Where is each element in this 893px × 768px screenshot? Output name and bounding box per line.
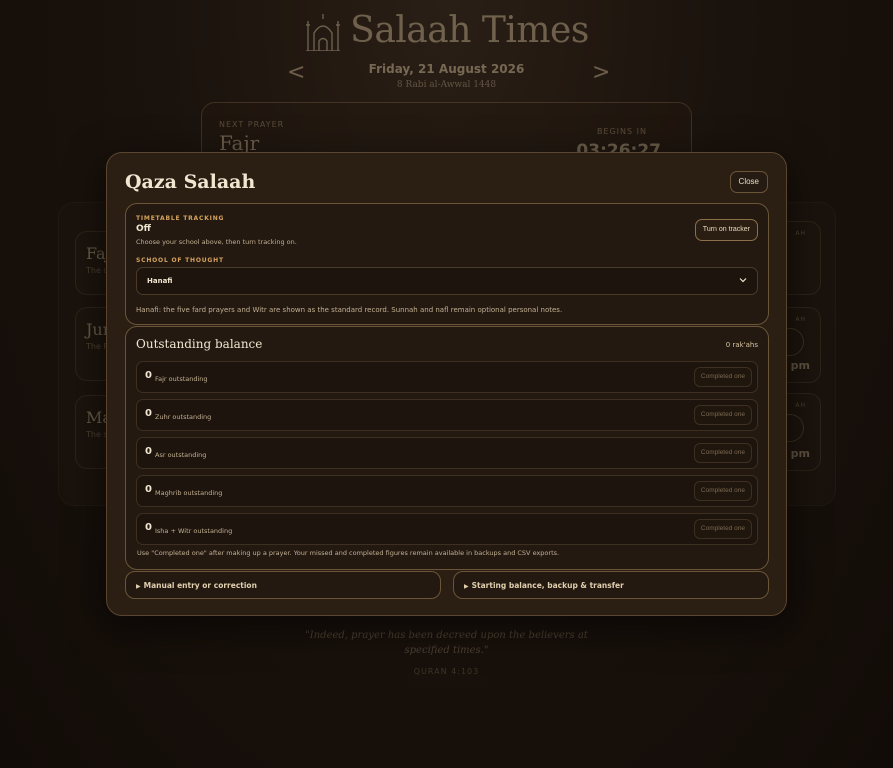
- school-note: Hanafi: the five fard prayers and Witr a…: [136, 306, 563, 314]
- manual-entry-label: ▶ Manual entry or correction: [136, 581, 257, 590]
- completed-one-button[interactable]: Completed one: [693, 519, 752, 539]
- starting-balance-toggle[interactable]: ▶ Starting balance, backup & transfer: [453, 571, 769, 599]
- tracking-help: Choose your school above, then turn trac…: [136, 238, 297, 246]
- prayer-card-label: AH: [795, 402, 806, 409]
- balance-row: 0 Isha + Witr outstanding Completed one: [136, 513, 758, 545]
- outstanding-label: Maghrib outstanding: [155, 489, 223, 497]
- outstanding-count: 0: [145, 522, 152, 533]
- app-header: Salaah Times: [0, 10, 893, 51]
- app-title: Salaah Times: [350, 10, 589, 51]
- tracking-label: TIMETABLE TRACKING: [136, 215, 225, 222]
- balance-total: 0 rak'ahs: [725, 341, 758, 349]
- completed-one-button[interactable]: Completed one: [693, 405, 752, 425]
- modal-title: Qaza Salaah: [125, 171, 256, 193]
- quran-quote: "Indeed, prayer has been decreed upon th…: [305, 630, 588, 656]
- balance-row: 0 Asr outstanding Completed one: [136, 437, 758, 469]
- tracking-section: TIMETABLE TRACKING Off Choose your schoo…: [125, 203, 769, 325]
- hijri-date: 8 Rabi al-Awwal 1448: [396, 80, 497, 90]
- mosque-icon: [306, 13, 341, 51]
- outstanding-label: Asr outstanding: [155, 451, 207, 459]
- turn-on-tracker-button[interactable]: Turn on tracker: [694, 219, 758, 241]
- outstanding-label: Fajr outstanding: [155, 375, 208, 383]
- balance-section: Outstanding balance 0 rak'ahs 0 Fajr out…: [125, 326, 769, 570]
- quote-reference: QURAN 4:103: [413, 667, 480, 676]
- school-select[interactable]: Hanafi: [136, 267, 758, 295]
- prayer-card-desc: The F: [86, 342, 109, 351]
- outstanding-count: 0: [145, 446, 152, 457]
- school-selected-value: Hanafi: [147, 277, 173, 285]
- next-prayer-label: NEXT PRAYER: [219, 120, 285, 129]
- completed-one-button[interactable]: Completed one: [693, 481, 752, 501]
- close-button[interactable]: Close: [729, 171, 768, 193]
- balance-title: Outstanding balance: [136, 337, 263, 351]
- completed-one-button[interactable]: Completed one: [693, 367, 752, 387]
- chevron-down-icon: [739, 278, 747, 283]
- balance-row: 0 Fajr outstanding Completed one: [136, 361, 758, 393]
- prayer-card-label: AH: [795, 230, 806, 237]
- manual-entry-text: Manual entry or correction: [143, 581, 257, 590]
- tracking-status: Off: [136, 224, 151, 234]
- triangle-right-icon: ▶: [136, 583, 141, 590]
- outstanding-count: 0: [145, 484, 152, 495]
- completed-one-button[interactable]: Completed one: [693, 443, 752, 463]
- balance-row: 0 Zuhr outstanding Completed one: [136, 399, 758, 431]
- date-display: Friday, 21 August 2026 8 Rabi al-Awwal 1…: [0, 62, 893, 90]
- gregorian-date: Friday, 21 August 2026: [368, 62, 525, 76]
- starting-balance-label: ▶ Starting balance, backup & transfer: [464, 581, 624, 590]
- outstanding-count: 0: [145, 370, 152, 381]
- school-label: SCHOOL OF THOUGHT: [136, 257, 224, 264]
- outstanding-label: Zuhr outstanding: [155, 413, 212, 421]
- qaza-salaah-modal: Qaza Salaah Close TIMETABLE TRACKING Off…: [106, 152, 787, 616]
- starting-balance-text: Starting balance, backup & transfer: [471, 581, 624, 590]
- outstanding-label: Isha + Witr outstanding: [155, 527, 233, 535]
- balance-row: 0 Maghrib outstanding Completed one: [136, 475, 758, 507]
- prayer-card-label: AH: [795, 316, 806, 323]
- prayer-card-time: pm: [790, 359, 810, 372]
- triangle-right-icon: ▶: [464, 583, 469, 590]
- manual-entry-toggle[interactable]: ▶ Manual entry or correction: [125, 571, 441, 599]
- begins-in-label: BEGINS IN: [596, 127, 647, 136]
- prayer-card-time: pm: [790, 447, 810, 460]
- prayer-card-desc: The s: [86, 430, 108, 439]
- outstanding-count: 0: [145, 408, 152, 419]
- balance-footer-note: Use "Completed one" after making up a pr…: [137, 549, 560, 557]
